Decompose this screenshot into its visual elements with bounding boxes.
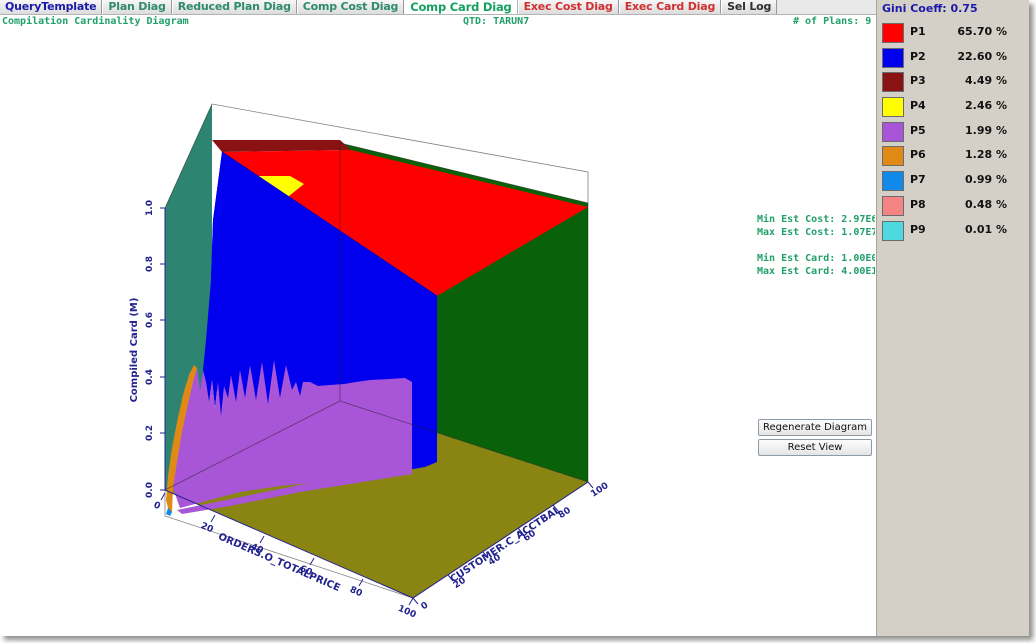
tab-reduced-plan-diag[interactable]: Reduced Plan Diag bbox=[172, 0, 297, 14]
legend-item-p4[interactable]: P4 2.46 % bbox=[877, 95, 1030, 120]
z-tick-0: 0 bbox=[420, 600, 431, 612]
cardinality-diagram-plot[interactable]: 1.0 0.8 0.6 0.4 0.2 0.0 Compiled Card (M… bbox=[0, 30, 875, 630]
plot-surface-svg[interactable]: 1.0 0.8 0.6 0.4 0.2 0.0 Compiled Card (M… bbox=[0, 30, 875, 630]
legend-item-p3[interactable]: P3 4.49 % bbox=[877, 70, 1030, 95]
legend-value-p9: 0.01 % bbox=[935, 223, 1007, 236]
stats-spacer bbox=[757, 239, 875, 252]
y-axis: 1.0 0.8 0.6 0.4 0.2 0.0 Compiled Card (M… bbox=[129, 200, 165, 498]
action-buttons: Regenerate Diagram Reset View bbox=[758, 419, 874, 459]
y-tick-4: 0.8 bbox=[145, 256, 155, 272]
legend-swatch-p4 bbox=[882, 97, 904, 117]
legend-label-p5: P5 bbox=[910, 124, 926, 137]
reset-view-button[interactable]: Reset View bbox=[758, 439, 872, 456]
gini-coefficient-label: Gini Coeff: 0.75 bbox=[882, 2, 978, 15]
legend-swatch-p1 bbox=[882, 23, 904, 43]
min-est-cost: Min Est Cost: 2.97E6 bbox=[757, 213, 875, 226]
legend-swatch-p3 bbox=[882, 72, 904, 92]
estimate-stats-block: Min Est Cost: 2.97E6 Max Est Cost: 1.07E… bbox=[757, 213, 875, 278]
legend-swatch-p7 bbox=[882, 171, 904, 191]
legend-swatch-p9 bbox=[882, 221, 904, 241]
legend-value-p1: 65.70 % bbox=[935, 25, 1007, 38]
legend-item-p2[interactable]: P2 22.60 % bbox=[877, 46, 1030, 71]
legend-item-p1[interactable]: P1 65.70 % bbox=[877, 21, 1030, 46]
info-line: Compilation Cardinality Diagram QTD: TAR… bbox=[0, 16, 1029, 30]
legend-value-p6: 1.28 % bbox=[935, 148, 1007, 161]
application-window: QueryTemplate Plan Diag Reduced Plan Dia… bbox=[0, 0, 1036, 643]
y-tick-2: 0.4 bbox=[145, 369, 155, 385]
y-tick-0: 0.0 bbox=[145, 482, 155, 498]
legend-swatch-p8 bbox=[882, 196, 904, 216]
legend-swatch-p5 bbox=[882, 122, 904, 142]
x-tick-0: 0 bbox=[152, 500, 162, 512]
legend-label-p7: P7 bbox=[910, 173, 926, 186]
legend-label-p6: P6 bbox=[910, 148, 926, 161]
y-tick-1: 0.2 bbox=[145, 425, 155, 441]
legend-item-p5[interactable]: P5 1.99 % bbox=[877, 120, 1030, 145]
legend-item-p6[interactable]: P6 1.28 % bbox=[877, 144, 1030, 169]
tab-comp-cost-diag[interactable]: Comp Cost Diag bbox=[297, 0, 404, 14]
y-axis-label: Compiled Card (M) bbox=[129, 298, 140, 403]
surface-p3-band bbox=[212, 140, 351, 152]
legend-label-p2: P2 bbox=[910, 50, 926, 63]
x-tick-4: 80 bbox=[348, 585, 363, 599]
qtd-label: QTD: TARUN7 bbox=[463, 16, 529, 27]
legend-label-p8: P8 bbox=[910, 198, 926, 211]
legend-item-p8[interactable]: P8 0.48 % bbox=[877, 194, 1030, 219]
tab-bar: QueryTemplate Plan Diag Reduced Plan Dia… bbox=[0, 0, 1029, 15]
y-tick-3: 0.6 bbox=[145, 312, 155, 328]
legend-value-p2: 22.60 % bbox=[935, 50, 1007, 63]
z-tick-5: 100 bbox=[589, 481, 610, 500]
tab-comp-card-diag[interactable]: Comp Card Diag bbox=[404, 0, 517, 14]
legend-swatch-p2 bbox=[882, 48, 904, 68]
tab-querytemplate[interactable]: QueryTemplate bbox=[0, 0, 102, 14]
legend-value-p5: 1.99 % bbox=[935, 124, 1007, 137]
max-est-card: Max Est Card: 4.00E1 bbox=[757, 265, 875, 278]
legend-value-p8: 0.48 % bbox=[935, 198, 1007, 211]
legend-value-p7: 0.99 % bbox=[935, 173, 1007, 186]
y-tick-5: 1.0 bbox=[145, 200, 155, 216]
regenerate-diagram-button[interactable]: Regenerate Diagram bbox=[758, 419, 872, 436]
tab-exec-card-diag[interactable]: Exec Card Diag bbox=[619, 0, 721, 14]
legend-label-p3: P3 bbox=[910, 74, 926, 87]
tab-plan-diag[interactable]: Plan Diag bbox=[102, 0, 171, 14]
legend-value-p3: 4.49 % bbox=[935, 74, 1007, 87]
page-title: Compilation Cardinality Diagram bbox=[2, 16, 189, 27]
legend-value-p4: 2.46 % bbox=[935, 99, 1007, 112]
legend-label-p1: P1 bbox=[910, 25, 926, 38]
legend-swatch-p6 bbox=[882, 146, 904, 166]
legend-label-p4: P4 bbox=[910, 99, 926, 112]
legend-label-p9: P9 bbox=[910, 223, 926, 236]
tab-sel-log[interactable]: Sel Log bbox=[721, 0, 777, 14]
legend-item-p7[interactable]: P7 0.99 % bbox=[877, 169, 1030, 194]
max-est-cost: Max Est Cost: 1.07E7 bbox=[757, 226, 875, 239]
tab-exec-cost-diag[interactable]: Exec Cost Diag bbox=[518, 0, 619, 14]
x-tick-5: 100 bbox=[396, 604, 417, 621]
min-est-card: Min Est Card: 1.00E0 bbox=[757, 252, 875, 265]
legend-item-p9[interactable]: P9 0.01 % bbox=[877, 219, 1030, 244]
legend-list: P1 65.70 % P2 22.60 % P3 4.49 % P4 2.46 … bbox=[877, 21, 1030, 243]
legend-panel: Gini Coeff: 0.75 P1 65.70 % P2 22.60 % P… bbox=[876, 0, 1029, 636]
num-plans-label: # of Plans: 9 bbox=[793, 16, 871, 27]
x-tick-1: 20 bbox=[199, 521, 214, 535]
